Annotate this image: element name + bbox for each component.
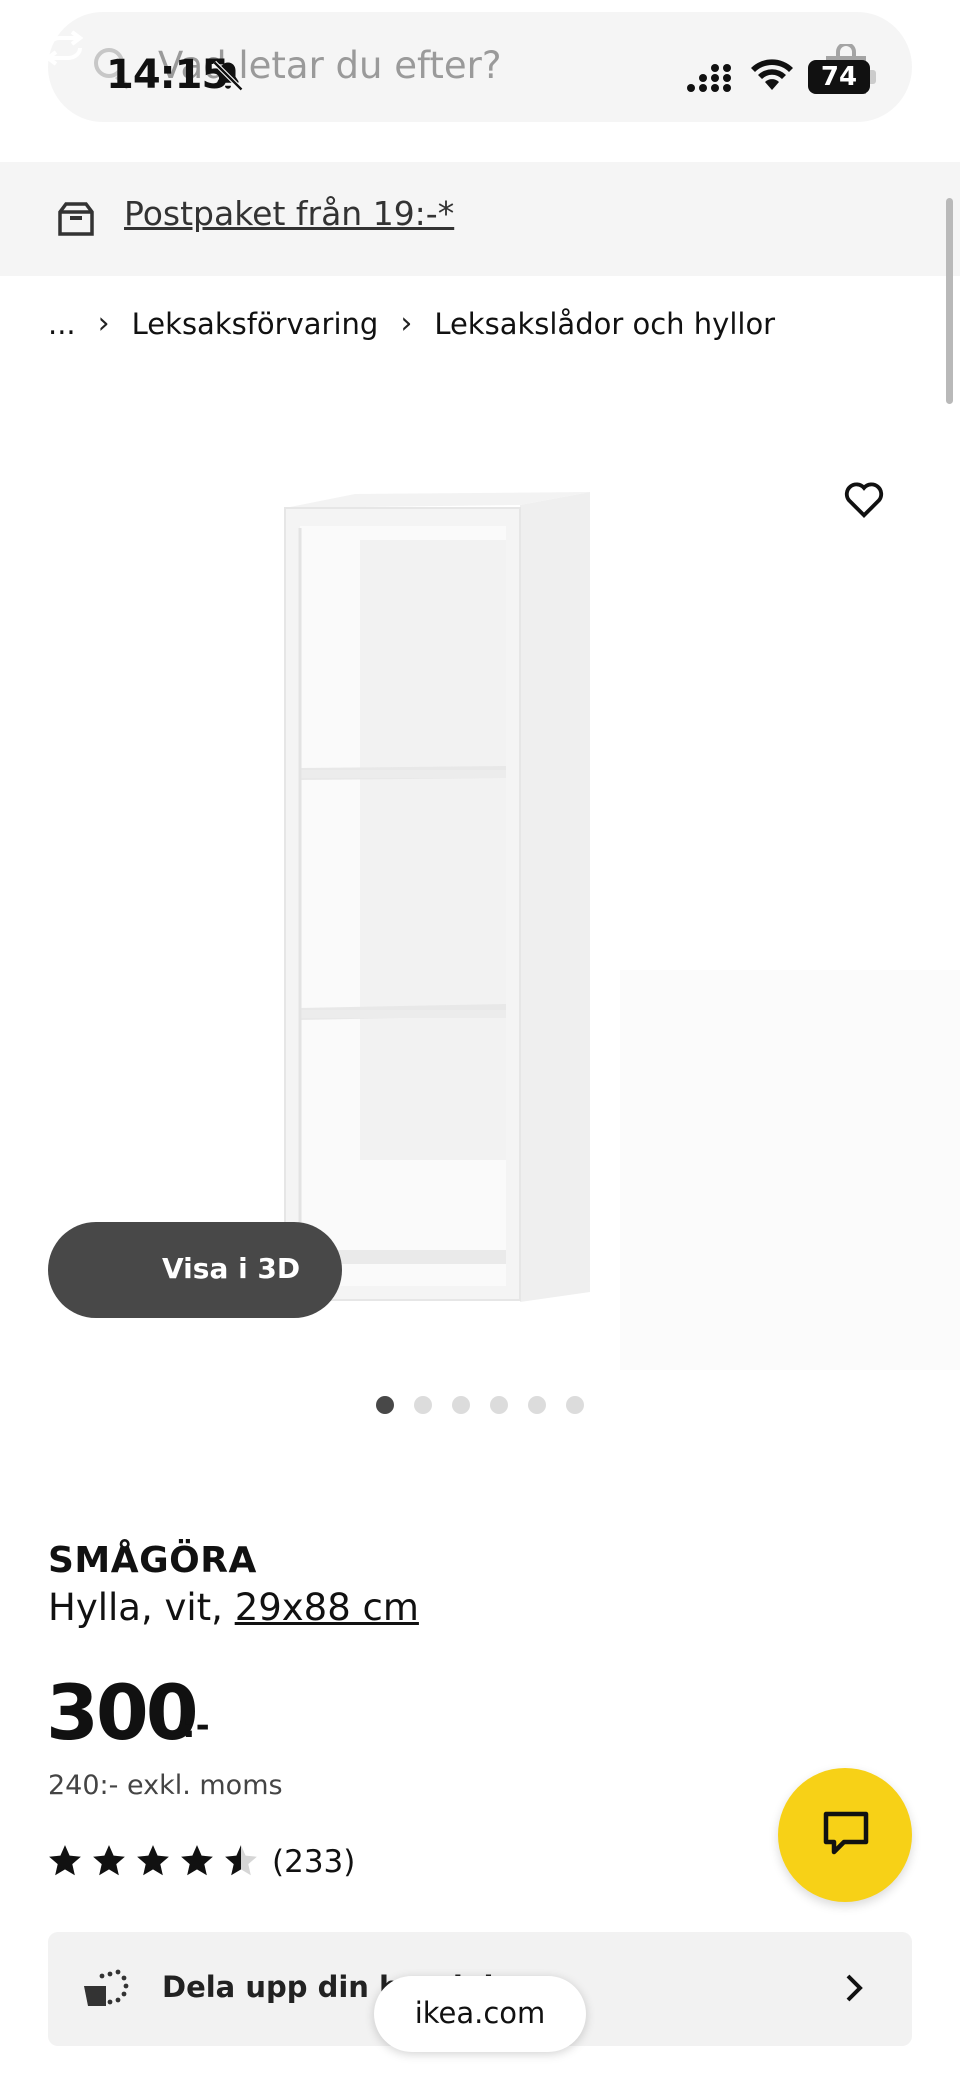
carousel-dot[interactable] <box>566 1396 584 1414</box>
product-description: Hylla, vit, 29x88 cm <box>48 1586 419 1629</box>
breadcrumb-more[interactable]: ... <box>48 307 76 341</box>
star-icon <box>93 1845 125 1876</box>
breadcrumb-item-leksaksforvaring[interactable]: Leksaksförvaring <box>132 307 379 341</box>
signal-icon <box>687 64 731 92</box>
carousel-dot[interactable] <box>528 1396 546 1414</box>
star-icon <box>181 1845 213 1876</box>
chat-icon <box>823 1811 869 1855</box>
battery-tip <box>870 70 876 84</box>
rating-count[interactable]: (233) <box>272 1844 355 1880</box>
rotate-3d-icon <box>44 30 84 66</box>
view-3d-label: Visa i 3D <box>162 1252 301 1285</box>
wifi-icon <box>751 59 793 90</box>
chevron-right-icon: › <box>400 306 413 341</box>
browser-url: ikea.com <box>414 1996 546 2030</box>
product-image[interactable] <box>240 430 960 1370</box>
product-size-link[interactable]: 29x88 cm <box>235 1586 419 1629</box>
view-3d-button[interactable]: Visa i 3D <box>48 1222 342 1318</box>
breadcrumb-item-leksakslador[interactable]: Leksakslådor och hyllor <box>434 307 775 341</box>
carousel-dot[interactable] <box>376 1396 394 1414</box>
heart-icon[interactable] <box>840 476 888 522</box>
installment-icon <box>84 1969 129 2006</box>
carousel-dot[interactable] <box>490 1396 508 1414</box>
star-icon <box>137 1845 169 1876</box>
product-type: Hylla, vit, <box>48 1586 235 1629</box>
box-icon <box>58 202 94 236</box>
scrollbar[interactable] <box>946 198 953 404</box>
carousel-dot[interactable] <box>414 1396 432 1414</box>
chevron-right-icon <box>846 1974 863 2002</box>
price-ex-vat: 240:- exkl. moms <box>48 1770 283 1801</box>
battery-level: 74 <box>820 62 858 92</box>
bell-off-icon <box>212 60 244 92</box>
price: 300 <box>46 1668 199 1757</box>
battery-icon: 74 <box>808 60 870 94</box>
rating-stars[interactable] <box>46 1842 260 1880</box>
star-icon <box>225 1845 257 1876</box>
star-icon <box>49 1845 81 1876</box>
product-name: SMÅGÖRA <box>48 1540 257 1581</box>
carousel-dot[interactable] <box>452 1396 470 1414</box>
chevron-right-icon: › <box>97 306 110 341</box>
price-suffix: :- <box>182 1706 210 1746</box>
breadcrumb: ... › Leksaksförvaring › Leksakslådor oc… <box>48 306 775 341</box>
promo-link[interactable]: Postpaket från 19:-* <box>124 194 454 233</box>
